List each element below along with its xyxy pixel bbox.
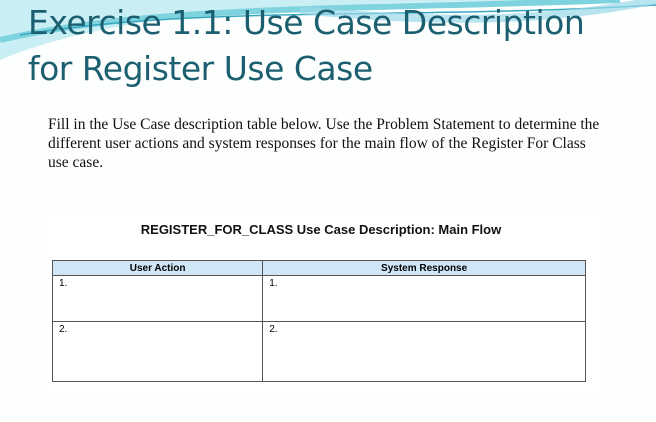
table-caption: REGISTER_FOR_CLASS Use Case Description:… — [140, 222, 502, 237]
use-case-table: User Action System Response 1. 1. 2. 2. — [51, 260, 586, 382]
instructions-text: Fill in the Use Case description table b… — [48, 116, 600, 171]
system-response-cell: 1. — [262, 275, 586, 322]
title-line-1: Exercise 1.1: Use Case Description — [28, 3, 585, 42]
user-action-cell: 1. — [51, 275, 264, 322]
header-system-response: System Response — [262, 260, 586, 276]
table-row: 2. 2. — [51, 321, 586, 382]
title-line-2: for Register Use Case — [28, 49, 373, 88]
header-user-action: User Action — [51, 260, 264, 276]
table-row: 1. 1. — [51, 275, 586, 322]
use-case-table-panel: REGISTER_FOR_CLASS Use Case Description:… — [42, 215, 600, 395]
system-response-cell: 2. — [262, 321, 586, 382]
slide-title: Exercise 1.1: Use Case Description for R… — [28, 0, 585, 92]
table-header-row: User Action System Response — [51, 260, 586, 276]
user-action-cell: 2. — [51, 321, 264, 382]
